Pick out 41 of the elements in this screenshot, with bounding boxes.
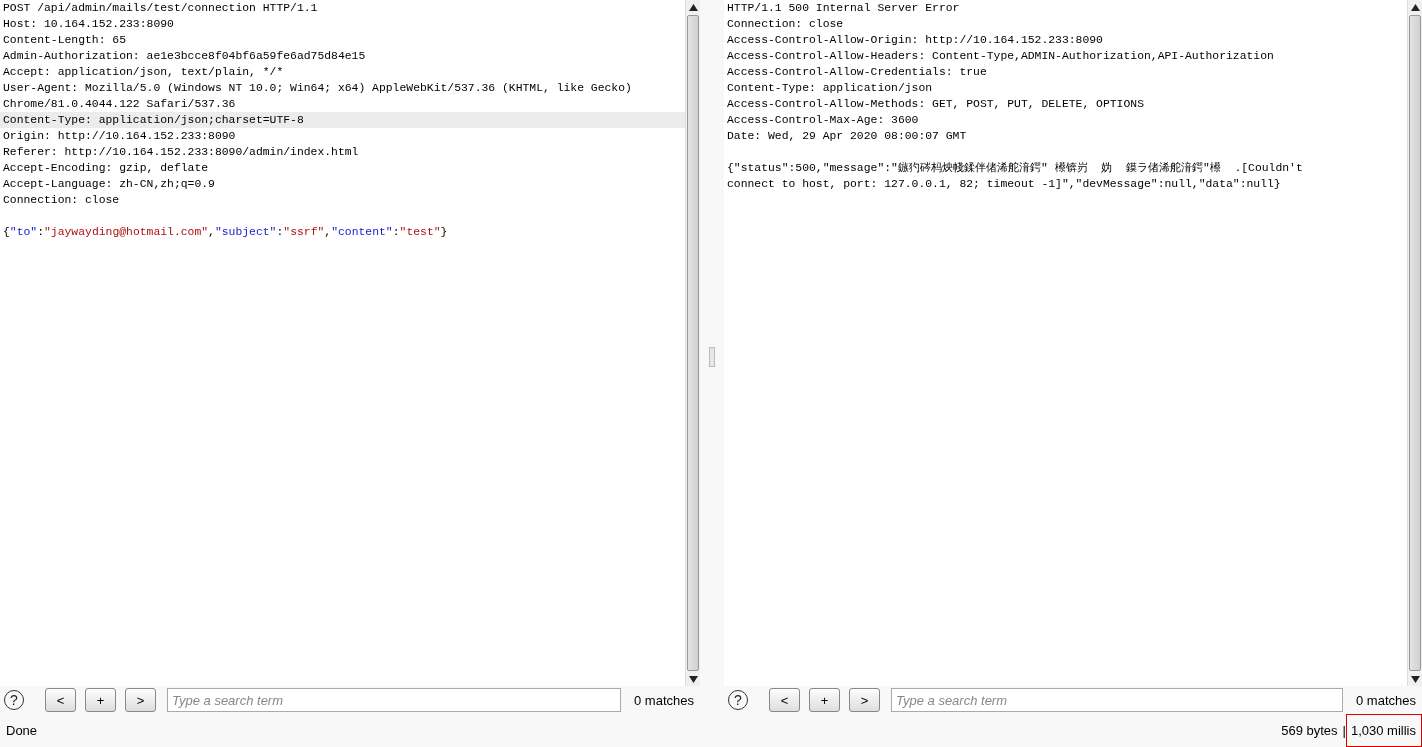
separator: | — [1342, 723, 1346, 738]
header-line: Chrome/81.0.4044.122 Safari/537.36 — [2, 97, 237, 112]
header-line: Accept-Language: zh-CN,zh;q=0.9 — [2, 177, 216, 192]
header-line: HTTP/1.1 500 Internal Server Error — [726, 1, 961, 16]
header-line: Access-Control-Allow-Methods: GET, POST, PUT, DELETE, OPTIONS — [726, 97, 1145, 112]
splitter-handle[interactable] — [709, 347, 715, 367]
header-line: Access-Control-Max-Age: 3600 — [726, 113, 920, 128]
response-body-line: {"status":500,"message":"鏃犳硶杩炴帴鍒伴偖浠舵湇鍔″ 櫒锛岃 妫 鏌ラ偖浠舵湇鍔″櫒 .[Couldn't — [726, 161, 1304, 176]
nav-button[interactable]: + — [809, 688, 840, 712]
scrollbar[interactable] — [685, 0, 700, 686]
request-body: {"to":"jaywayding@hotmail.com","subject":"ssrf","content":"test"} — [2, 225, 449, 240]
nav-button[interactable]: > — [125, 688, 156, 712]
scrollbar[interactable] — [1407, 0, 1422, 686]
header-line: Access-Control-Allow-Origin: http://10.164.152.233:8090 — [726, 33, 1104, 48]
nav-button[interactable]: < — [45, 688, 76, 712]
header-line: Admin-Authorization: ae1e3bcce8f04bf6a59fe6ad75d84e15 — [2, 49, 367, 64]
match-count: 0 matches — [634, 692, 694, 708]
match-count: 0 matches — [1356, 692, 1416, 708]
header-line: Connection: close — [2, 193, 121, 208]
header-line: Host: 10.164.152.233:8090 — [2, 17, 175, 32]
nav-button[interactable]: < — [769, 688, 800, 712]
header-line: Accept: application/json, text/plain, */* — [2, 65, 285, 80]
nav-button[interactable]: > — [849, 688, 880, 712]
header-line: User-Agent: Mozilla/5.0 (Windows NT 10.0; Win64; x64) AppleWebKit/537.36 (KHTML, like Gecko) — [2, 81, 633, 96]
header-line: Content-Type: application/json — [726, 81, 934, 96]
search-field[interactable]: Type a search term — [167, 688, 621, 712]
search-field[interactable]: Type a search term — [891, 688, 1343, 712]
response-body-line: connect to host, port: 127.0.0.1, 82; timeout -1]","devMessage":null,"data":null} — [726, 177, 1282, 192]
header-line: Referer: http://10.164.152.233:8090/admin/index.html — [2, 145, 360, 160]
header-line: Date: Wed, 29 Apr 2020 08:00:07 GMT — [726, 129, 968, 144]
header-line: POST /api/admin/mails/test/connection HTTP/1.1 — [2, 1, 319, 16]
response-size: 569 bytes — [1281, 723, 1338, 738]
nav-button[interactable]: + — [85, 688, 116, 712]
header-line: Access-Control-Allow-Credentials: true — [726, 65, 988, 80]
header-line: Accept-Encoding: gzip, deflate — [2, 161, 210, 176]
header-line: Content-Length: 65 — [2, 33, 128, 48]
response-time: 1,030 millis — [1345, 714, 1422, 747]
header-line: Origin: http://10.164.152.233:8090 — [2, 129, 237, 144]
status-text: Done — [6, 723, 38, 738]
header-line: Access-Control-Allow-Headers: Content-Type,ADMIN-Authorization,API-Authorization — [726, 49, 1275, 64]
header-line: Connection: close — [726, 17, 845, 32]
